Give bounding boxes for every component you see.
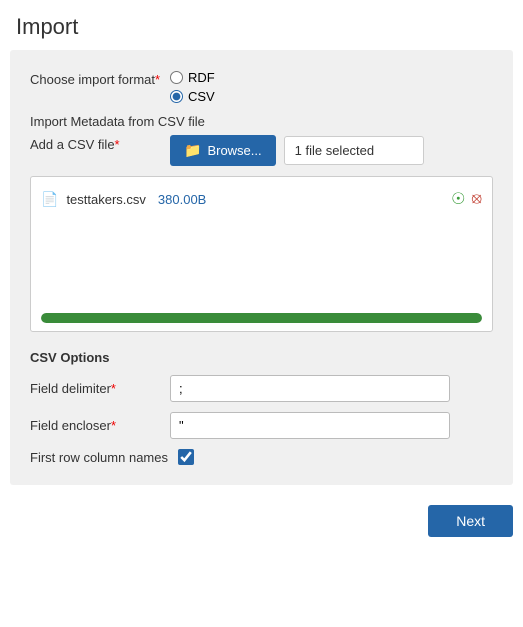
- csv-label: CSV: [188, 89, 215, 104]
- field-delimiter-label: Field delimiter*: [30, 381, 170, 396]
- csv-file-label: Add a CSV file*: [30, 135, 170, 152]
- folder-icon: 📁: [184, 142, 201, 159]
- page-title: Import: [0, 0, 523, 50]
- file-name: testtakers.csv: [66, 192, 145, 207]
- file-size: 380.00B: [158, 192, 206, 207]
- next-button[interactable]: Next: [428, 505, 513, 537]
- csv-options-section: CSV Options Field delimiter* Field enclo…: [30, 350, 493, 465]
- file-item: 📄 testtakers.csv 380.00B ☉ ⦻: [41, 185, 482, 213]
- field-delimiter-input[interactable]: [170, 375, 450, 402]
- file-actions: ☉ ⦻: [451, 189, 482, 209]
- check-icon: ☉: [451, 189, 465, 209]
- main-content: Choose import format* RDF CSV Import Met…: [10, 50, 513, 485]
- format-label: Choose import format*: [30, 70, 170, 87]
- browse-button[interactable]: 📁 Browse...: [170, 135, 276, 166]
- remove-file-icon[interactable]: ⦻: [471, 190, 482, 208]
- metadata-section-label: Import Metadata from CSV file: [30, 114, 493, 129]
- radio-rdf[interactable]: RDF: [170, 70, 215, 85]
- file-selected-text: 1 file selected: [284, 136, 424, 165]
- format-row: Choose import format* RDF CSV: [30, 70, 493, 104]
- progress-bar-fill: [41, 313, 482, 323]
- footer-row: Next: [0, 505, 523, 547]
- first-row-checkbox[interactable]: [178, 449, 194, 465]
- field-delimiter-row: Field delimiter*: [30, 375, 493, 402]
- field-encloser-input[interactable]: [170, 412, 450, 439]
- csv-file-row: Add a CSV file* 📁 Browse... 1 file selec…: [30, 135, 493, 166]
- radio-csv[interactable]: CSV: [170, 89, 215, 104]
- rdf-radio[interactable]: [170, 71, 183, 84]
- format-radio-group: RDF CSV: [170, 70, 215, 104]
- file-drop-area: 📄 testtakers.csv 380.00B ☉ ⦻: [30, 176, 493, 332]
- progress-bar-track: [41, 313, 482, 323]
- csv-radio[interactable]: [170, 90, 183, 103]
- csv-options-title: CSV Options: [30, 350, 493, 365]
- first-row-row: First row column names: [30, 449, 493, 465]
- file-icon: 📄: [41, 191, 58, 208]
- field-encloser-row: Field encloser*: [30, 412, 493, 439]
- first-row-label: First row column names: [30, 450, 170, 465]
- field-encloser-label: Field encloser*: [30, 418, 170, 433]
- progress-bar-container: [41, 313, 482, 323]
- rdf-label: RDF: [188, 70, 215, 85]
- file-upload-row: 📁 Browse... 1 file selected: [170, 135, 424, 166]
